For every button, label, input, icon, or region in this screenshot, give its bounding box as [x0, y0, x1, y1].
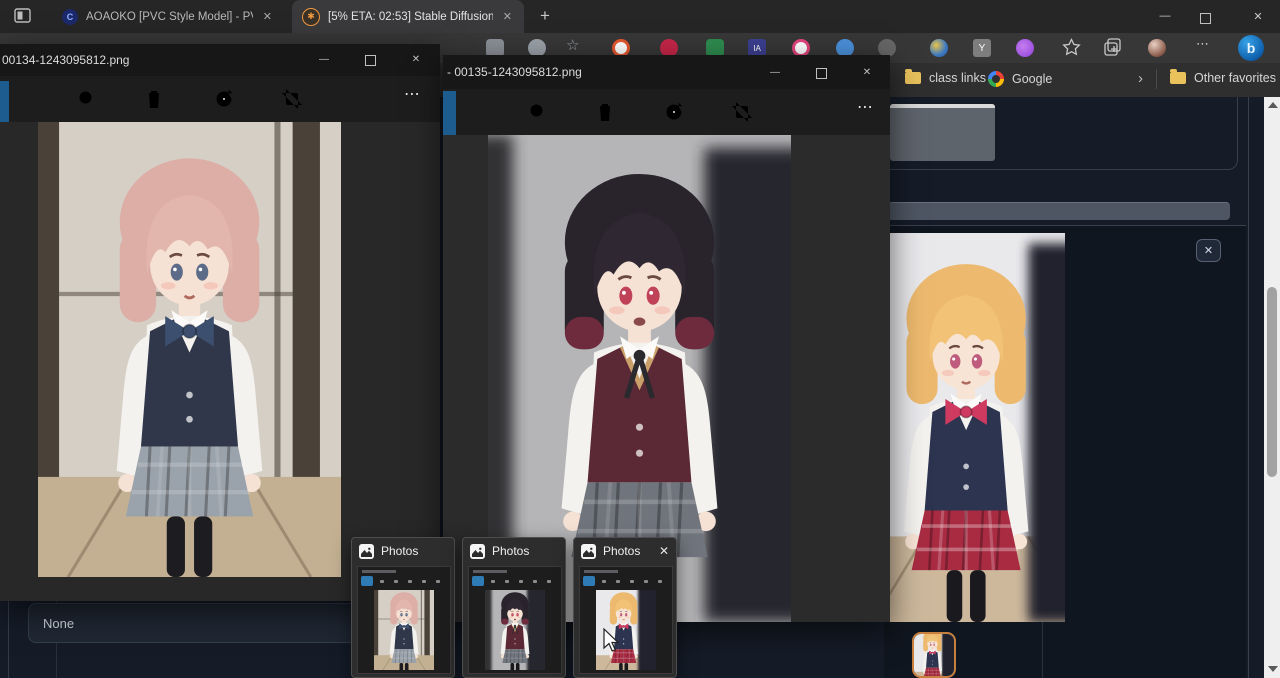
scrollbar-down-arrow[interactable] [1268, 666, 1278, 672]
favorites-folder-class-links[interactable]: class links [905, 71, 986, 85]
scrollbar-up-arrow[interactable] [1268, 102, 1278, 108]
rotate-icon[interactable] [663, 101, 685, 123]
browser-maximize-button[interactable] [1200, 11, 1211, 29]
preview-window [579, 566, 673, 674]
divider [1156, 69, 1157, 89]
minimize-icon[interactable]: — [312, 54, 336, 65]
photos-toolbar: ⋯ [0, 76, 440, 122]
favorites-folder-other[interactable]: Other favorites [1170, 71, 1276, 85]
see-all-photos-button[interactable] [443, 91, 456, 135]
dropdown-value: None [43, 616, 74, 631]
extension-y-icon[interactable]: Y [973, 39, 991, 57]
favorites-label: Google [1012, 72, 1052, 86]
extension-icon[interactable] [1016, 39, 1034, 57]
stable-diffusion-favicon: ✱ [302, 8, 320, 26]
panel-border [1042, 622, 1043, 678]
favorites-overflow-chevron[interactable]: › [1138, 70, 1143, 87]
bing-chat-icon[interactable]: b [1238, 35, 1264, 61]
photos-toolbar: ⋯ [443, 89, 890, 135]
close-icon[interactable]: ✕ [404, 54, 428, 65]
extension-star-icon[interactable]: ☆ [566, 36, 584, 54]
extension-globe-icon[interactable] [930, 39, 948, 57]
civitai-favicon: C [62, 9, 78, 25]
crop-icon[interactable] [731, 101, 753, 123]
sd-result-image[interactable] [888, 233, 1065, 622]
favorites-star-icon[interactable] [1062, 38, 1081, 57]
sd-progress-bar [888, 202, 1230, 220]
window-title: 00134-1243095812.png [0, 53, 129, 67]
preview-app-label: Photos [492, 544, 529, 558]
browser-minimize-button[interactable]: — [1150, 10, 1180, 22]
add-icon[interactable] [30, 88, 52, 110]
google-icon [988, 71, 1004, 87]
tab-title: [5% ETA: 02:53] Stable Diffusion [328, 11, 493, 23]
maximize-icon[interactable] [809, 68, 833, 82]
window-title-bar[interactable]: - 00135-1243095812.png — ✕ [443, 55, 890, 89]
photo-viewer-image[interactable] [38, 122, 341, 577]
browser-close-button[interactable]: ✕ [1243, 10, 1273, 23]
sd-style-dropdown[interactable]: None [28, 603, 360, 643]
delete-icon[interactable] [144, 88, 164, 110]
tab-close-icon[interactable]: ✕ [501, 10, 514, 23]
collections-icon[interactable] [1104, 38, 1124, 57]
favorites-label: Other favorites [1194, 71, 1276, 85]
taskbar-preview-3[interactable]: Photos ✕ [573, 537, 677, 678]
preview-close-icon[interactable]: ✕ [659, 544, 669, 558]
minimize-icon[interactable]: — [763, 67, 787, 78]
delete-icon[interactable] [595, 101, 615, 123]
zoom-in-icon[interactable] [77, 89, 98, 110]
browser-tab-2[interactable]: ✱ [5% ETA: 02:53] Stable Diffusion ✕ [292, 0, 524, 33]
see-all-photos-button[interactable] [0, 81, 9, 122]
see-more-icon[interactable]: ⋯ [404, 84, 420, 104]
desktop: C AOAOKO [PVC Style Model] - PV ✕ ✱ [5% … [0, 0, 1280, 678]
tab-close-icon[interactable]: ✕ [261, 10, 274, 23]
folder-icon [1170, 72, 1186, 84]
panel-border [8, 598, 9, 678]
sd-button[interactable] [890, 104, 995, 161]
close-icon[interactable]: ✕ [855, 67, 879, 78]
taskbar-preview-1[interactable]: Photos [351, 537, 455, 678]
preview-window [357, 566, 451, 674]
photos-app-icon [470, 544, 485, 559]
add-icon[interactable] [481, 101, 503, 123]
zoom-in-icon[interactable] [528, 102, 549, 123]
folder-icon [905, 72, 921, 84]
favorites-item-google[interactable]: Google [988, 71, 1052, 87]
window-title: - 00135-1243095812.png [443, 65, 582, 79]
see-more-icon[interactable]: ⋯ [857, 97, 873, 117]
taskbar-preview-2[interactable]: Photos [462, 537, 566, 678]
tab-title: AOAOKO [PVC Style Model] - PV [86, 11, 253, 23]
browser-tab-bar: C AOAOKO [PVC Style Model] - PV ✕ ✱ [5% … [0, 0, 1280, 33]
preview-app-label: Photos [603, 544, 640, 558]
resize-diagonal-icon[interactable] [855, 583, 877, 605]
rotate-icon[interactable] [213, 88, 235, 110]
sd-gallery-thumbnail-selected[interactable] [912, 632, 956, 678]
browser-tab-1[interactable]: C AOAOKO [PVC Style Model] - PV ✕ [52, 0, 284, 33]
scrollbar-thumb[interactable] [1267, 287, 1277, 477]
sd-close-image-button[interactable]: ✕ [1196, 239, 1221, 262]
photos-app-icon [359, 544, 374, 559]
maximize-icon[interactable] [358, 55, 382, 69]
profile-avatar[interactable] [1148, 39, 1166, 57]
settings-more-icon[interactable]: ⋯ [1196, 36, 1209, 52]
favorites-label: class links [929, 71, 986, 85]
photos-window-1: 00134-1243095812.png — ✕ ⋯ [0, 44, 440, 601]
photos-app-icon [581, 544, 596, 559]
panel-border [1248, 97, 1249, 678]
mouse-cursor [603, 628, 621, 654]
crop-icon[interactable] [281, 88, 303, 110]
preview-app-label: Photos [381, 544, 418, 558]
preview-window [468, 566, 562, 674]
tab-actions-icon[interactable] [14, 8, 32, 24]
new-tab-button[interactable]: + [540, 6, 550, 26]
window-title-bar[interactable]: 00134-1243095812.png — ✕ [0, 44, 440, 76]
